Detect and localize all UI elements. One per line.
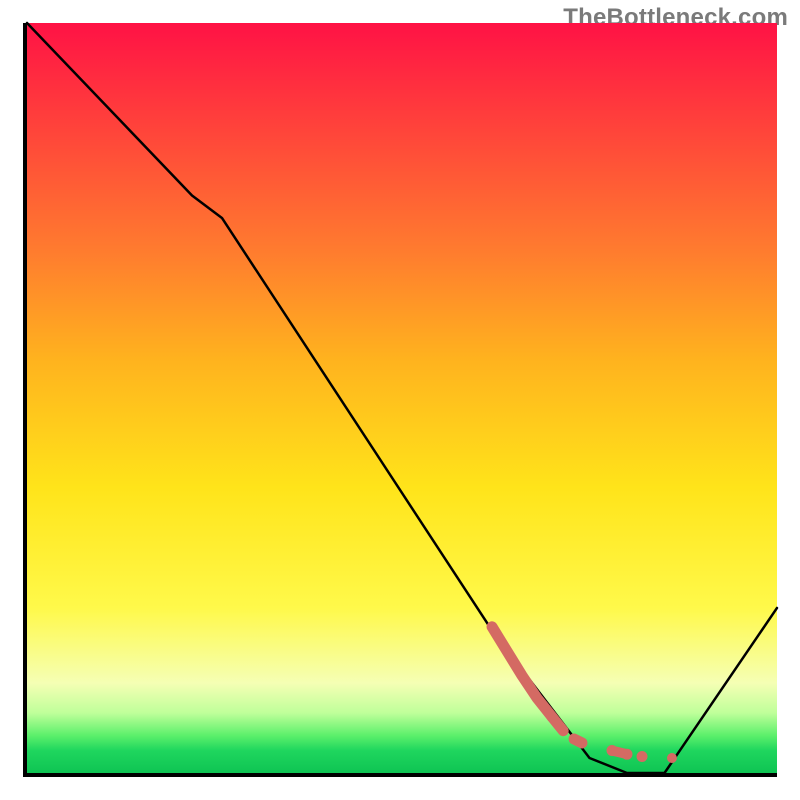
highlight-segment-line <box>492 627 677 763</box>
chart-svg <box>27 23 777 773</box>
plot-area <box>23 23 777 777</box>
chart-container: TheBottleneck.com <box>0 0 800 800</box>
bottleneck-curve-line <box>27 23 777 773</box>
